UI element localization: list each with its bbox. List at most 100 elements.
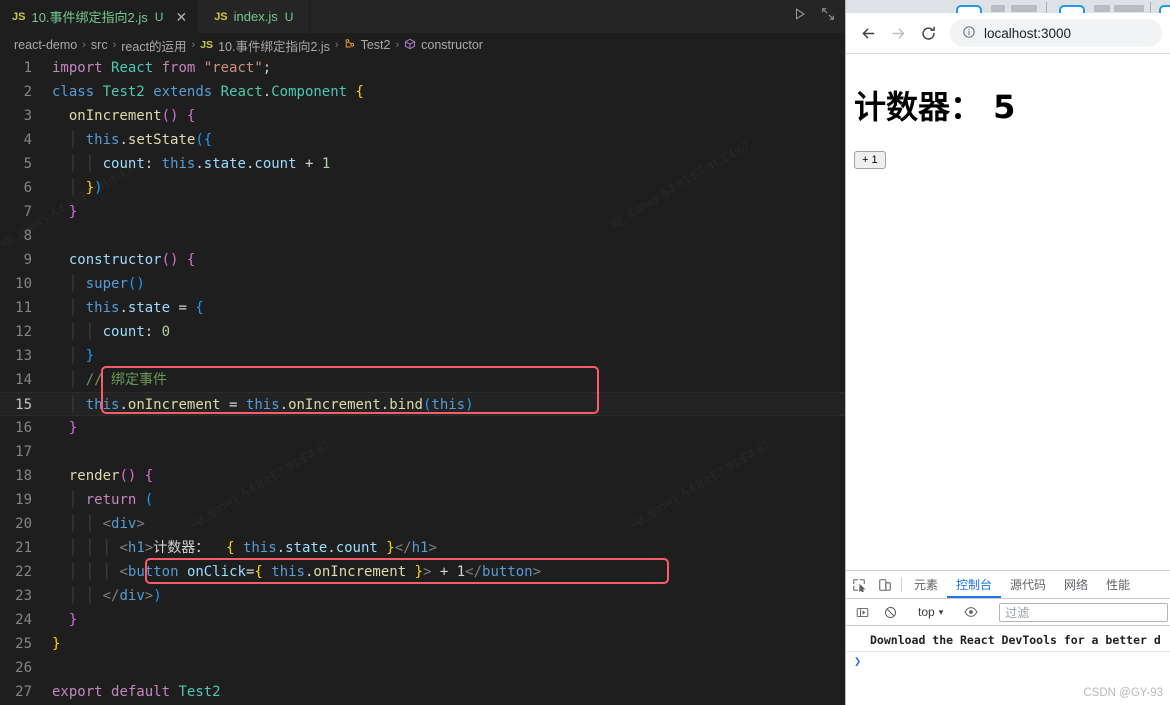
device-toolbar-icon[interactable] [872,571,898,598]
code-line: 19 │ return ( [0,488,845,512]
console-filter-input[interactable]: 过滤 [999,602,1168,622]
line-content: import React from "react"; [52,60,272,76]
live-expression-icon[interactable] [958,605,984,619]
chevron-right-icon: › [334,39,339,51]
line-number: 13 [15,348,32,364]
devtools-tab-console[interactable]: 控制台 [947,571,1001,598]
line-content: │ this.state = { [68,300,204,316]
code-line: 5 │ │ count: this.state.count + 1 [0,152,845,176]
breadcrumb-item-class[interactable]: Test2 [361,38,391,52]
code-line: 8 [0,224,845,248]
console-context-selector[interactable]: top ▾ [914,605,947,619]
console-toolbar: top ▾ 过滤 [846,599,1170,626]
chevron-right-icon: › [82,39,86,51]
line-content: } [52,636,61,652]
code-line: 3 onIncrement() { [0,104,845,128]
forward-button[interactable] [884,19,912,47]
line-number: 7 [23,204,32,220]
browser-tab-title-blur [991,5,1005,12]
line-number: 14 [15,372,32,388]
clear-console-icon[interactable] [877,606,903,619]
address-bar[interactable]: localhost:3000 [950,19,1162,47]
code-line: 1 import React from "react"; [0,56,845,80]
back-button[interactable] [854,19,882,47]
line-number: 3 [23,108,32,124]
line-content: │ │ count: this.state.count + 1 [68,156,331,172]
close-icon[interactable]: ✕ [175,10,187,24]
breadcrumb-item-folder[interactable]: react的运用 [121,36,186,55]
editor-tab-bar: JS 10.事件绑定指向2.js U ✕ JS index.js U [0,0,845,34]
code-editor[interactable]: 1 import React from "react"; 2 class Test2… [0,56,845,705]
code-line: 13 │ } [0,344,845,368]
line-number: 17 [15,444,32,460]
chevron-down-icon: ▾ [938,606,944,617]
reload-button[interactable] [914,19,942,47]
line-number: 21 [15,540,32,556]
devtools-tab-performance[interactable]: 性能 [1097,571,1139,598]
editor-tab-label: index.js [233,9,278,24]
code-line: 17 [0,440,845,464]
line-number: 6 [23,180,32,196]
code-line: 2 class Test2 extends React.Component { [0,80,845,104]
breadcrumb-item-src[interactable]: src [91,38,108,52]
browser-tab-strip[interactable] [846,0,1170,13]
run-code-button[interactable] [793,7,807,26]
sidebar-toggle-icon[interactable] [849,606,875,619]
line-content: │ return ( [68,492,154,508]
class-symbol-icon [344,38,356,53]
line-content: │ │ <div> [68,516,145,532]
devtools-tab-elements[interactable]: 元素 [905,571,947,598]
line-number: 9 [23,252,32,268]
line-content: │ super() [68,276,145,292]
line-number: 4 [23,132,32,148]
info-circle-icon[interactable] [962,25,976,42]
devtools-tab-sources[interactable]: 源代码 [1001,571,1055,598]
code-line: 24 } [0,608,845,632]
line-number: 27 [15,684,32,700]
console-prompt[interactable]: ❯ [846,652,1170,668]
line-content: │ // 绑定事件 [68,372,168,388]
editor-actions [783,0,845,33]
breadcrumb-item-file[interactable]: 10.事件绑定指向2.js [218,36,330,55]
console-output: Download the React DevTools for a better… [846,626,1170,668]
split-editor-button[interactable] [821,7,835,26]
breadcrumb-item-react-demo[interactable]: react-demo [14,38,77,52]
web-page-content: 计数器： 5 + 1 [846,54,1170,570]
devtools-tab-network[interactable]: 网络 [1055,571,1097,598]
increment-button[interactable]: + 1 [854,151,886,169]
code-line: 9 constructor() { [0,248,845,272]
code-line: 18 render() { [0,464,845,488]
code-line: 23 │ │ </div>) [0,584,845,608]
line-number: 5 [23,156,32,172]
browser-tab[interactable] [1159,5,1170,13]
line-content: │ this.setState({ [68,132,213,148]
browser-toolbar: localhost:3000 [846,13,1170,54]
line-number: 12 [15,324,32,340]
line-content: │ }) [68,180,103,196]
console-message: Download the React DevTools for a better… [846,631,1170,652]
divider [901,577,902,592]
line-number: 1 [23,60,32,76]
line-content: onIncrement() { [68,108,196,124]
browser-tab[interactable] [1059,5,1085,13]
line-number: 15 [15,397,32,413]
js-file-icon: JS [12,10,26,23]
line-number: 23 [15,588,32,604]
editor-tab-active[interactable]: JS 10.事件绑定指向2.js U ✕ [0,0,199,33]
line-number: 2 [23,84,32,100]
js-file-icon: JS [214,10,228,23]
line-content [52,440,845,464]
tab-bar-spacer [310,0,783,33]
line-content: constructor() { [68,252,196,268]
line-content [52,224,845,248]
browser-tab[interactable] [956,5,982,13]
line-content: } [68,420,78,436]
devtools-panel: 元素 控制台 源代码 网络 性能 top ▾ 过滤 Download the R… [846,570,1170,705]
editor-tab-index[interactable]: JS index.js U [198,0,311,33]
page-title: 计数器： 5 [854,88,1016,126]
devtools-tab-row: 元素 控制台 源代码 网络 性能 [846,571,1170,599]
line-content: │ this.onIncrement = this.onIncrement.bi… [68,397,474,413]
breadcrumb-item-method[interactable]: constructor [421,38,483,52]
inspect-element-icon[interactable] [846,571,872,598]
code-line: 21 │ │ │ <h1>计数器： { this.state.count }</… [0,536,845,560]
